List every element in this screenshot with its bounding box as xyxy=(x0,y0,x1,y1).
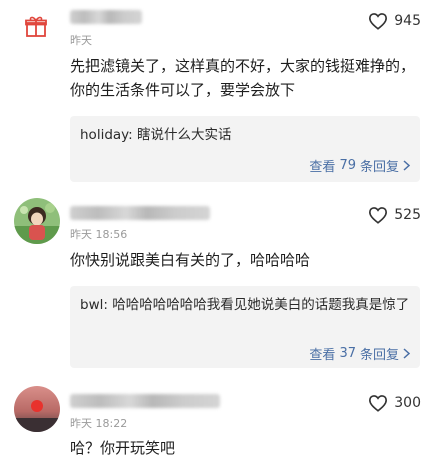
chevron-right-icon xyxy=(403,160,410,171)
comment-timestamp: 昨天 18:56 xyxy=(70,228,128,241)
avatar-image xyxy=(14,386,60,432)
comment-timestamp: 昨天 18:22 xyxy=(70,417,128,430)
username-blurred[interactable] xyxy=(70,206,210,220)
reply-count: 79 xyxy=(339,158,356,173)
like-button[interactable]: 525 xyxy=(368,206,421,224)
reply-text: 瞎说什么大实话 xyxy=(137,127,232,143)
reply-preview: bwl: 哈哈哈哈哈哈哈我看见她说美白的话题我真是惊了 xyxy=(80,297,410,313)
reply-text: 哈哈哈哈哈哈哈我看见她说美白的话题我真是惊了 xyxy=(112,297,410,313)
reply-count: 37 xyxy=(339,346,356,361)
like-button[interactable]: 945 xyxy=(368,12,421,30)
avatar-image xyxy=(14,198,60,244)
reply-preview-box[interactable]: bwl: 哈哈哈哈哈哈哈我看见她说美白的话题我真是惊了 查看 37 条回复 xyxy=(70,286,420,368)
avatar[interactable] xyxy=(14,386,60,432)
reply-author: bwl xyxy=(80,297,104,313)
view-replies-link[interactable]: 查看 37 条回复 xyxy=(309,344,410,363)
username-blurred[interactable] xyxy=(70,394,220,408)
reply-preview: holiday: 瞎说什么大实话 xyxy=(80,127,232,143)
like-count: 525 xyxy=(394,207,421,223)
like-button[interactable]: 300 xyxy=(368,394,421,412)
chevron-right-icon xyxy=(403,348,410,359)
comment-timestamp: 昨天 xyxy=(70,34,92,47)
username-blurred[interactable] xyxy=(70,10,142,24)
avatar[interactable] xyxy=(14,198,60,244)
reply-author: holiday xyxy=(80,127,129,143)
heart-icon xyxy=(369,207,388,224)
comment-text: 你快别说跟美白有关的了，哈哈哈哈 xyxy=(70,251,311,269)
heart-icon xyxy=(369,395,388,412)
comment-text: 哈？你开玩笑吧 xyxy=(70,439,176,457)
comment-item: 昨天 18:22 300 哈？你开玩笑吧 xyxy=(0,372,433,476)
like-count: 945 xyxy=(394,13,421,29)
gift-icon[interactable] xyxy=(24,14,48,38)
comment-item: 昨天 18:56 525 你快别说跟美白有关的了，哈哈哈哈 bwl: 哈哈哈哈哈… xyxy=(0,186,433,372)
like-count: 300 xyxy=(394,395,421,411)
view-replies-link[interactable]: 查看 79 条回复 xyxy=(309,156,410,175)
heart-icon xyxy=(369,13,388,30)
comment-text: 先把滤镜关了，这样真的不好，大家的钱挺难挣的，你的生活条件可以了，要学会放下 xyxy=(70,57,416,99)
reply-preview-box[interactable]: holiday: 瞎说什么大实话 查看 79 条回复 xyxy=(70,116,420,182)
comment-item: 昨天 945 先把滤镜关了，这样真的不好，大家的钱挺难挣的，你的生活条件可以了，… xyxy=(0,0,433,186)
